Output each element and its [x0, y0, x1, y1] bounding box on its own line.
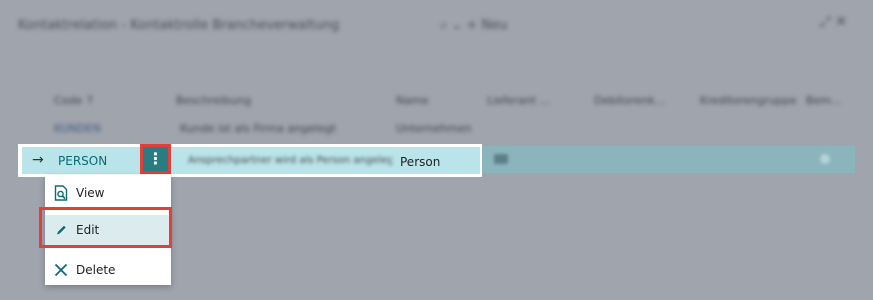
column-header-vendor-group[interactable]: Kreditorengruppe [700, 94, 797, 107]
row-name: Unternehmen [396, 122, 472, 135]
row-actions-button[interactable]: ⋮ [140, 144, 171, 174]
column-header-name[interactable]: Name [396, 94, 428, 107]
column-header-description[interactable]: Beschreibung [176, 94, 251, 107]
row-code[interactable]: KUNDEN [54, 122, 101, 135]
breadcrumb: Kontaktrelation - Kontaktrolle Brancheve… [18, 18, 340, 33]
table-row-selected[interactable]: → PERSON Ansprechpartner wird als Person… [18, 144, 482, 177]
row-strip [482, 146, 855, 173]
row-highlight: → PERSON Ansprechpartner wird als Person… [22, 147, 480, 174]
row-code-person[interactable]: PERSON [58, 154, 107, 168]
column-header-notes[interactable]: Bem... [806, 94, 842, 107]
row-cell-blurred [494, 154, 508, 164]
window-controls-icon[interactable]: ⤢ ✕ [820, 14, 847, 30]
menu-item-view[interactable]: View [45, 178, 171, 208]
row-description: Kunde ist als Firma angelegt [180, 122, 336, 135]
view-icon [54, 185, 68, 201]
edit-callout-highlight [39, 207, 172, 248]
page: Kontaktrelation - Kontaktrolle Brancheve… [0, 0, 873, 300]
column-headers: Code ↑ Beschreibung Name Lieferant ... D… [0, 94, 873, 110]
row-name: Person [400, 155, 441, 169]
row-pointer-icon: → [32, 152, 44, 168]
row-cell-blurred [820, 154, 830, 164]
menu-item-delete[interactable]: Delete [45, 255, 171, 285]
menu-item-label: View [76, 186, 105, 200]
toolbar[interactable]: ⌕ ⌄ + Neu [440, 18, 507, 33]
column-header-code[interactable]: Code ↑ [54, 94, 95, 107]
row-description: Ansprechpartner wird als Person angelegt [188, 155, 392, 166]
delete-icon [54, 262, 68, 278]
table-row[interactable]: KUNDEN Kunde ist als Firma angelegt Unte… [0, 122, 873, 138]
column-header-supplier[interactable]: Lieferant ... [487, 94, 550, 107]
column-header-customer[interactable]: Debitorenk... [594, 94, 665, 107]
menu-item-label: Delete [76, 263, 116, 277]
